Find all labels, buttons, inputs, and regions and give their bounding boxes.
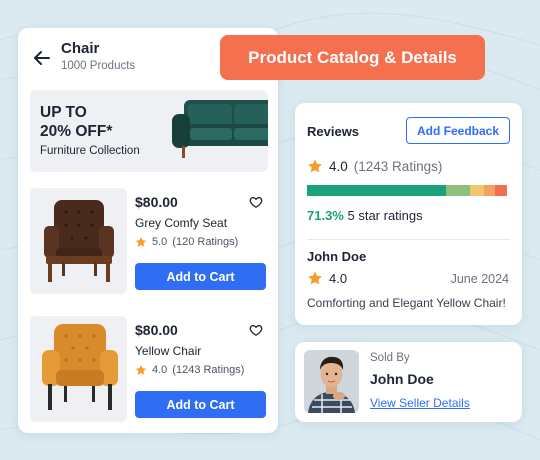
rating-bar-segment: [495, 185, 507, 196]
review-date: June 2024: [450, 272, 509, 286]
divider: [307, 239, 510, 240]
promo-banner[interactable]: UP TO 20% OFF* Furniture Collection: [30, 90, 268, 172]
sold-by-label: Sold By: [370, 352, 410, 364]
promo-line1: UP TO: [40, 104, 87, 121]
five-star-label: 5 star ratings: [347, 208, 423, 223]
seller-name: John Doe: [370, 371, 434, 387]
star-icon: [135, 237, 147, 247]
add-feedback-button[interactable]: Add Feedback: [406, 117, 510, 144]
seller-photo-image: [304, 350, 359, 413]
yellow-armchair-image: [42, 324, 118, 410]
rating-bar-segment: [446, 185, 470, 196]
average-rating-value: 4.0: [329, 158, 348, 174]
reviewer-name: John Doe: [307, 249, 367, 264]
product-rating: 4.0 (1243 Ratings): [135, 364, 244, 376]
reviews-title: Reviews: [307, 124, 360, 139]
product-price: $80.00: [135, 194, 178, 210]
rating-count: (1243 Ratings): [172, 364, 245, 376]
star-icon: [135, 365, 147, 375]
product-image: [30, 188, 127, 294]
five-star-summary: 71.3% 5 star ratings: [307, 208, 423, 223]
product-rating: 5.0 (120 Ratings): [135, 236, 238, 248]
rating-bar-segment: [469, 185, 484, 196]
average-rating: 4.0 (1243 Ratings): [307, 158, 442, 174]
add-to-cart-button[interactable]: Add to Cart: [135, 391, 266, 418]
rating-value: 4.0: [152, 364, 168, 376]
product-price: $80.00: [135, 322, 178, 338]
back-arrow-icon[interactable]: [32, 48, 52, 68]
sofa-image: [172, 100, 268, 158]
review-rating: 4.0: [307, 270, 347, 286]
product-name: Yellow Chair: [135, 344, 202, 358]
rating-value: 5.0: [152, 236, 168, 248]
average-rating-count: (1243 Ratings): [353, 158, 443, 174]
rating-count: (120 Ratings): [172, 236, 239, 248]
rating-bar-segment: [307, 185, 447, 196]
product-card[interactable]: $80.00 Grey Comfy Seat 5.0 (120 Ratings)…: [30, 188, 268, 296]
review-rating-value: 4.0: [329, 270, 348, 286]
category-title: Chair: [61, 40, 100, 57]
product-name: Grey Comfy Seat: [135, 216, 228, 230]
review-text: Comforting and Elegant Yellow Chair!: [307, 296, 506, 310]
rating-distribution-bar: [307, 185, 507, 196]
seller-avatar: [304, 350, 359, 413]
leather-armchair-image: [44, 200, 114, 282]
product-card[interactable]: $80.00 Yellow Chair 4.0 (1243 Ratings) A…: [30, 316, 268, 424]
product-image: [30, 316, 127, 422]
rating-bar-segment: [483, 185, 496, 196]
view-seller-details-link[interactable]: View Seller Details: [370, 396, 470, 410]
promo-subtitle: Furniture Collection: [40, 145, 140, 157]
product-count: 1000 Products: [61, 60, 136, 72]
heart-icon[interactable]: [249, 323, 263, 337]
promo-discount: 20% OFF*: [40, 123, 113, 140]
star-icon: [308, 271, 322, 285]
heart-icon[interactable]: [249, 195, 263, 209]
star-icon: [308, 159, 322, 173]
five-star-percent: 71.3%: [307, 208, 344, 223]
seller-panel: Sold By John Doe View Seller Details: [295, 342, 522, 422]
page-title: Product Catalog & Details: [220, 35, 485, 80]
add-to-cart-button[interactable]: Add to Cart: [135, 263, 266, 290]
reviews-panel: Reviews Add Feedback 4.0 (1243 Ratings) …: [295, 103, 522, 325]
catalog-panel: Chair 1000 Products UP TO 20% OFF* Furni…: [18, 28, 278, 433]
